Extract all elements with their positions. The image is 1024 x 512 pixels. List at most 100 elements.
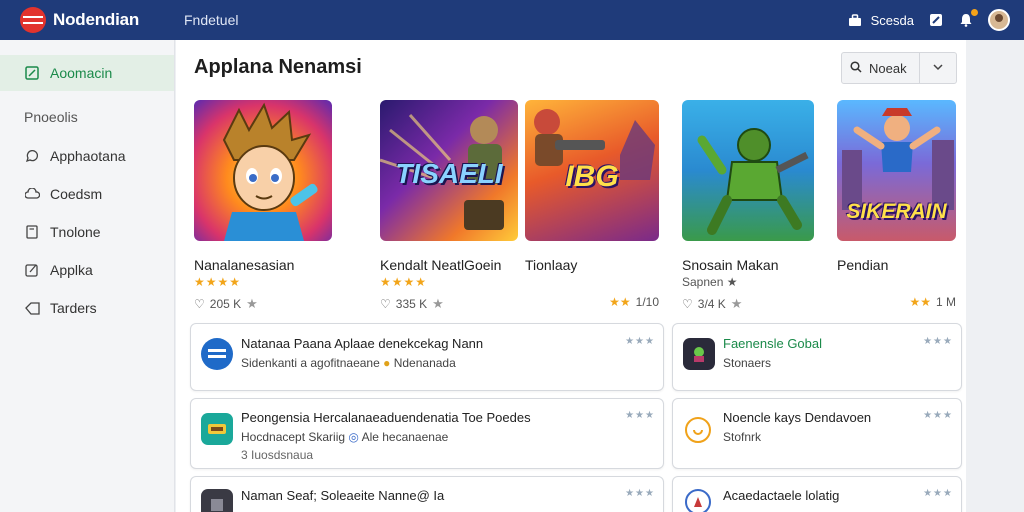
sidebar-item-label: Tnolone bbox=[50, 224, 101, 240]
list-item-title[interactable]: Peongensia Hercalanaeaduendenatia Toe Po… bbox=[241, 410, 531, 425]
game-subtitle: Sapnen ★ bbox=[682, 275, 738, 289]
edit-square-icon bbox=[24, 65, 40, 81]
chat-icon bbox=[24, 148, 40, 164]
game-thumbnail[interactable]: IBG bbox=[525, 100, 659, 241]
sidebar-item-1[interactable]: Apphaotana bbox=[0, 137, 174, 175]
list-item-title[interactable]: Faenensle Gobal bbox=[723, 336, 822, 351]
game-meta: ♡ 205 K ★ bbox=[194, 296, 332, 312]
list-item-title[interactable]: Natanaa Paana Aplaae denekcekag Nann bbox=[241, 336, 483, 351]
top-right-actions: Scesda bbox=[847, 0, 1010, 40]
rating-stars: ★★★ bbox=[625, 410, 655, 421]
game-card-5[interactable]: SIKERAIN Pendian ★★ 1 M bbox=[837, 100, 956, 309]
game-thumbnail[interactable] bbox=[682, 100, 814, 241]
globe-icon: ◎ bbox=[348, 430, 362, 444]
heart-icon[interactable]: ♡ bbox=[682, 297, 693, 311]
cloud-icon bbox=[24, 186, 40, 202]
brand-logo-icon bbox=[20, 7, 46, 33]
sidebar-item-label: Applka bbox=[50, 262, 93, 278]
download-count: 335 K bbox=[395, 297, 428, 311]
game-title[interactable]: Kendalt NeatlGoein bbox=[380, 257, 518, 273]
game-title[interactable]: Pendian bbox=[837, 257, 956, 273]
brand-name: Nodendian bbox=[53, 10, 140, 29]
app-logo-icon bbox=[201, 413, 233, 445]
star-icon[interactable]: ★ bbox=[731, 296, 743, 312]
rating-stars: ★★★ bbox=[923, 336, 953, 347]
game-meta: ★★ 1/10 bbox=[525, 295, 659, 309]
app-logo-icon bbox=[201, 338, 233, 370]
list-item-detail: Stonaers bbox=[723, 356, 772, 370]
sidebar-item-label: Tarders bbox=[50, 300, 97, 316]
download-count: 205 K bbox=[209, 297, 242, 311]
list-item-detail-extra: Ndenanada bbox=[393, 356, 456, 370]
list-item[interactable]: Natanaa Paana Aplaae denekcekag Nann Sid… bbox=[190, 323, 664, 391]
star-icon[interactable]: ★★ bbox=[909, 295, 931, 309]
list-item[interactable]: Acaedactaele lolatig ★★★ bbox=[672, 476, 962, 512]
app-logo-icon bbox=[201, 489, 233, 512]
game-thumbnail-text: SIKERAIN bbox=[846, 200, 947, 223]
list-item-detail-text: Hocdnacept Skariig bbox=[241, 430, 346, 444]
game-card-4[interactable]: Snosain Makan Sapnen ★ ♡ 3/4 K ★ bbox=[682, 100, 814, 312]
game-thumbnail[interactable] bbox=[194, 100, 332, 241]
heart-icon[interactable]: ♡ bbox=[194, 297, 205, 311]
app-logo-icon bbox=[683, 338, 715, 370]
list-item[interactable]: Naman Seaf; Soleaeite Nanne@ Ia ★★★ bbox=[190, 476, 664, 512]
game-card-3[interactable]: IBG Tionlaay ★★ 1/10 bbox=[525, 100, 659, 309]
sidebar-item-5[interactable]: Tarders bbox=[0, 289, 174, 327]
list-item-detail-text: Sidenkanti a agofitnaeane bbox=[241, 356, 380, 370]
sidebar: Aoomacin Pnoeolis Apphaotana Coedsm Tnol… bbox=[0, 40, 175, 512]
heart-icon[interactable]: ♡ bbox=[380, 297, 391, 311]
list-item-title[interactable]: Noencle kays Dendavoen bbox=[723, 410, 871, 425]
game-thumbnail[interactable]: SIKERAIN bbox=[837, 100, 956, 241]
sidebar-item-2[interactable]: Coedsm bbox=[0, 175, 174, 213]
game-card-2[interactable]: TISAELI Kendalt NeatlGoein ★★★★ ♡ 335 K … bbox=[380, 100, 518, 312]
rating-stars: ★★★ bbox=[625, 336, 655, 347]
sidebar-item-label: Apphaotana bbox=[50, 148, 126, 164]
sort-search[interactable]: Noeak bbox=[842, 53, 920, 83]
user-avatar[interactable] bbox=[988, 9, 1010, 31]
game-meta: ♡ 3/4 K ★ bbox=[682, 296, 814, 312]
rating-stars: ★★★ bbox=[625, 488, 655, 499]
star-icon[interactable]: ★ bbox=[246, 296, 258, 312]
list-item[interactable]: Faenensle Gobal Stonaers ★★★ bbox=[672, 323, 962, 391]
game-title[interactable]: Nanalanesasian bbox=[194, 257, 332, 273]
sort-dropdown[interactable]: Noeak bbox=[841, 52, 957, 84]
list-item-detail: Hocdnacept Skariig ◎ Ale hecanaenae bbox=[241, 430, 448, 444]
app-logo-icon bbox=[685, 489, 711, 512]
header-search-label[interactable]: Scesda bbox=[871, 13, 914, 28]
sidebar-item-label: Coedsm bbox=[50, 186, 103, 202]
search-icon[interactable] bbox=[928, 12, 944, 28]
list-item-subtext: 3 Iuosdsnaua bbox=[241, 448, 314, 462]
game-card-1[interactable]: Nanalanesasian ★★★★ ♡ 205 K ★ bbox=[194, 100, 332, 312]
download-count: 1 M bbox=[935, 295, 956, 309]
sidebar-item-active[interactable]: Aoomacin bbox=[0, 55, 174, 91]
game-thumbnail[interactable]: TISAELI bbox=[380, 100, 518, 241]
list-item-title[interactable]: Acaedactaele lolatig bbox=[723, 488, 839, 503]
game-title[interactable]: Snosain Makan bbox=[682, 257, 814, 273]
sidebar-item-4[interactable]: Applka bbox=[0, 251, 174, 289]
nav-link[interactable]: Fndetuel bbox=[184, 12, 238, 28]
download-count: 1/10 bbox=[635, 295, 659, 309]
list-item[interactable]: Peongensia Hercalanaeaduendenatia Toe Po… bbox=[190, 398, 664, 469]
list-item-detail-extra: Ale hecanaenae bbox=[361, 430, 449, 444]
list-item-title[interactable]: Naman Seaf; Soleaeite Nanne@ Ia bbox=[241, 488, 444, 503]
list-item[interactable]: Noencle kays Dendavoen Stofnrk ★★★ bbox=[672, 398, 962, 469]
rating-stars: ★★★ bbox=[923, 488, 953, 499]
app-logo-icon bbox=[685, 417, 711, 443]
rating-stars: ★★★★ bbox=[194, 275, 242, 289]
bell-icon[interactable] bbox=[958, 9, 978, 28]
search-icon bbox=[850, 60, 862, 76]
edit-icon bbox=[24, 262, 40, 278]
sidebar-item-label: Aoomacin bbox=[50, 65, 113, 81]
star-icon[interactable]: ★★ bbox=[609, 295, 631, 309]
chevron-down-icon[interactable] bbox=[920, 62, 956, 74]
game-title[interactable]: Tionlaay bbox=[525, 257, 659, 273]
game-thumbnail-text: IBG bbox=[565, 160, 619, 193]
brand-logo[interactable]: Nodendian bbox=[20, 7, 180, 33]
sidebar-item-3[interactable]: Tnolone bbox=[0, 213, 174, 251]
list-item-detail: Sidenkanti a agofitnaeane ● Ndenanada bbox=[241, 356, 456, 370]
tag-icon bbox=[24, 300, 40, 316]
star-icon[interactable]: ★ bbox=[432, 296, 444, 312]
briefcase-icon[interactable] bbox=[847, 12, 863, 28]
sidebar-section-heading: Pnoeolis bbox=[24, 109, 78, 125]
rating-stars: ★★★ bbox=[923, 410, 953, 421]
